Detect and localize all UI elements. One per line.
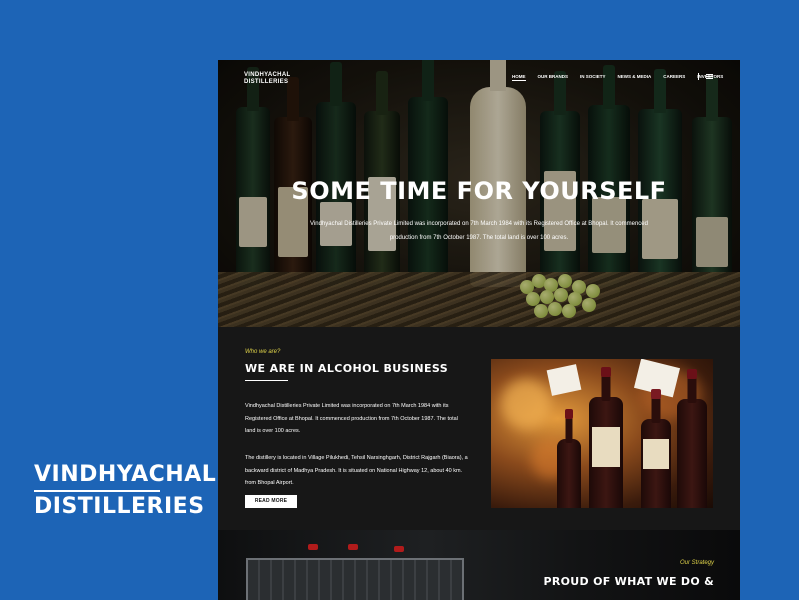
brand-line-1: VINDHYACHAL [34,462,216,492]
nav-item-careers[interactable]: CAREERS [663,74,685,81]
brand-logo-large: VINDHYACHAL DISTILLERIES [34,462,216,520]
hero-section: VINDHYACHAL DISTILLERIES HOME OUR BRANDS… [218,60,740,327]
strategy-section: Our Strategy PROUD OF WHAT WE DO & [218,530,740,600]
nav-divider [698,73,699,80]
about-paragraph-1: Vindhyachal Distilleries Private Limited… [245,403,458,434]
about-title-underline [245,380,288,381]
strategy-title: PROUD OF WHAT WE DO & [543,575,714,588]
hamburger-menu-icon[interactable] [706,74,713,79]
about-paragraph-2: The distillery is located in Village Pil… [245,455,468,486]
site-logo[interactable]: VINDHYACHAL DISTILLERIES [244,72,290,86]
site-logo-line-2: DISTILLERIES [244,79,289,85]
about-title: WE ARE IN ALCOHOL BUSINESS [245,362,449,375]
wine-bottles-image [491,359,713,508]
hero-description: Vindhyachal Distilleries Private Limited… [310,221,648,241]
nav-item-our-brands[interactable]: OUR BRANDS [538,74,569,81]
read-more-button[interactable]: READ MORE [245,495,297,508]
nav-item-in-society[interactable]: IN SOCIETY [580,74,606,81]
about-eyebrow: Who we are? [245,349,281,355]
distillery-machine-image [246,558,464,600]
brand-line-2: DISTILLERIES [34,494,205,519]
website-mockup: VINDHYACHAL DISTILLERIES HOME OUR BRANDS… [218,60,740,600]
about-section: Who we are? WE ARE IN ALCOHOL BUSINESS V… [218,327,740,534]
nav-item-news-media[interactable]: NEWS & MEDIA [618,74,652,81]
site-logo-line-1: VINDHYACHAL [244,72,291,78]
hero-title: SOME TIME FOR YOURSELF [291,177,667,205]
nav-item-home[interactable]: HOME [512,74,526,81]
main-nav: HOME OUR BRANDS IN SOCIETY NEWS & MEDIA … [512,74,735,81]
strategy-eyebrow: Our Strategy [679,560,714,566]
